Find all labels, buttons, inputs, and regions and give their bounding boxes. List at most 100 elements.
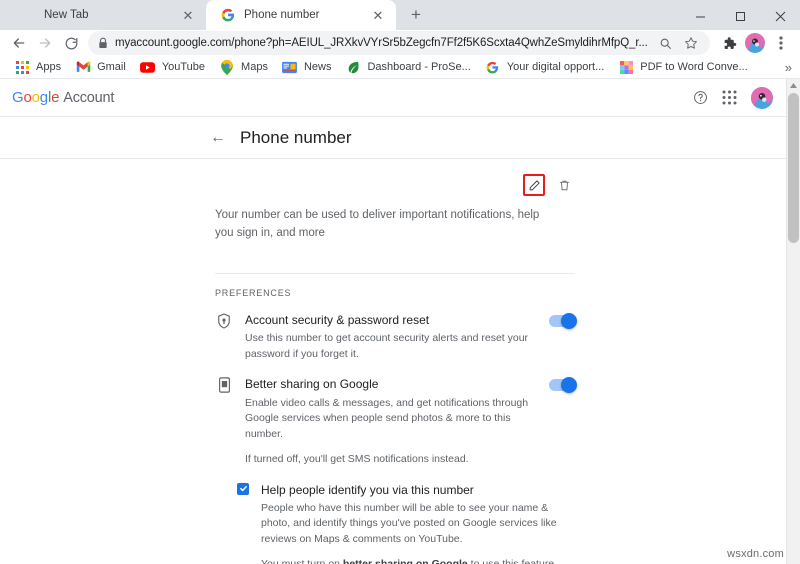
pref-note: If turned off, you'll get SMS notificati…	[245, 452, 469, 465]
tab-new-tab[interactable]: New Tab ✕	[6, 0, 206, 30]
maps-pin-icon	[219, 59, 235, 75]
pref-body: Account security & password reset Use th…	[233, 312, 549, 363]
google-wordmark: Google	[12, 89, 60, 106]
account-wordmark: Account	[63, 90, 115, 106]
url-text: myaccount.google.com/phone?ph=AEIUL_JRXk…	[115, 37, 648, 49]
pref-body: Better sharing on Google Enable video ca…	[233, 376, 549, 467]
pref-description: Use this number to get account security …	[245, 331, 529, 360]
bookmark-your-digital-opportunity[interactable]: Your digital opport...	[479, 56, 610, 78]
nested-title: Help people identify you via this number	[261, 482, 474, 497]
extensions-puzzle-icon[interactable]	[716, 30, 742, 56]
window-controls	[680, 0, 800, 32]
profile-avatar-icon[interactable]	[742, 30, 768, 56]
tab-title: Phone number	[244, 9, 320, 21]
bookmark-maps[interactable]: Maps	[213, 56, 274, 78]
toggle-account-security[interactable]	[549, 312, 577, 329]
page-title-row: ← Phone number	[0, 117, 787, 159]
nested-body: Help people identify you via this number…	[249, 482, 575, 564]
reload-icon[interactable]	[58, 30, 84, 56]
google-apps-grid-icon[interactable]	[722, 90, 737, 105]
new-tab-button[interactable]: +	[402, 0, 430, 28]
delete-trash-icon[interactable]	[553, 174, 575, 196]
bookmark-label: Apps	[36, 61, 62, 73]
google-g-icon	[220, 7, 236, 23]
watermark: wsxdn.com	[727, 548, 784, 560]
preferences-section-label: PREFERENCES	[215, 272, 575, 298]
maximize-button[interactable]	[720, 0, 760, 32]
page-title: Phone number	[240, 127, 352, 147]
bookmark-gmail[interactable]: Gmail	[69, 56, 132, 78]
nested-note-suffix: to use this feature.	[467, 557, 558, 564]
content-column: Your number can be used to deliver impor…	[215, 159, 577, 564]
bookmark-dashboard-prose[interactable]: Dashboard - ProSe...	[339, 56, 476, 78]
star-icon[interactable]	[678, 30, 704, 56]
phone-device-icon	[215, 377, 233, 394]
phone-lead-text: Your number can be used to deliver impor…	[215, 209, 540, 239]
bookmark-news[interactable]: News	[276, 56, 338, 78]
page-content: Google Account ← Phone number Your numbe…	[0, 79, 800, 564]
page-scrollbar[interactable]	[786, 79, 800, 564]
pref-better-sharing[interactable]: Better sharing on Google Enable video ca…	[215, 376, 577, 467]
checkbox-help-identify[interactable]	[237, 482, 249, 495]
help-question-icon[interactable]	[693, 90, 708, 105]
bookmarks-overflow-icon[interactable]: »	[785, 60, 792, 75]
shield-icon	[215, 313, 233, 329]
tab-favicon-blank	[20, 7, 36, 23]
apps-grid-icon	[14, 59, 30, 75]
page-body: Your number can be used to deliver impor…	[0, 159, 800, 564]
tab-phone-number[interactable]: Phone number ✕	[206, 0, 396, 30]
bookmark-label: Your digital opport...	[506, 61, 605, 73]
tab-close-icon[interactable]: ✕	[370, 7, 386, 23]
pref-title: Better sharing on Google	[245, 377, 379, 392]
tab-title: New Tab	[44, 9, 89, 21]
bookmark-label: YouTube	[161, 61, 206, 73]
bookmark-label: Dashboard - ProSe...	[367, 61, 471, 73]
nested-note-bold: better sharing on Google	[342, 557, 468, 564]
browser-window: New Tab ✕ Phone number ✕ + myaccount.goo…	[0, 0, 800, 564]
bookmark-apps[interactable]: Apps	[8, 56, 67, 78]
google-g-icon	[485, 59, 501, 75]
bookmark-pdf-to-word-converter[interactable]: PDF to Word Conve...	[612, 56, 753, 78]
bookmark-label: Maps	[241, 61, 268, 73]
search-zoom-icon[interactable]	[652, 30, 678, 56]
gmail-icon	[75, 59, 91, 75]
bookmarks-bar: Apps Gmail YouTube Maps News Dashboard -…	[0, 56, 800, 79]
pref-account-security[interactable]: Account security & password reset Use th…	[215, 312, 577, 363]
three-dot-menu-icon[interactable]	[768, 30, 794, 56]
address-bar[interactable]: myaccount.google.com/phone?ph=AEIUL_JRXk…	[88, 31, 710, 55]
pref-description: Enable video calls & messages, and get n…	[245, 396, 529, 441]
back-arrow-icon[interactable]	[6, 30, 32, 56]
forward-arrow-icon[interactable]	[32, 30, 58, 56]
bookmark-label: News	[303, 61, 332, 73]
bookmark-label: PDF to Word Conve...	[640, 61, 748, 73]
omnibox-actions	[652, 30, 704, 56]
nested-note: You must turn on better sharing on Googl…	[261, 557, 565, 564]
toggle-knob	[561, 377, 577, 394]
scrollbar-thumb[interactable]	[788, 93, 799, 243]
scroll-up-arrow-icon[interactable]	[787, 79, 800, 92]
leaf-icon	[345, 59, 361, 75]
bookmark-label: Gmail	[97, 61, 126, 73]
phone-actions	[215, 159, 575, 203]
back-navigation-icon[interactable]: ←	[210, 129, 226, 146]
bookmark-youtube[interactable]: YouTube	[134, 56, 211, 78]
toggle-knob	[561, 312, 577, 329]
toggle-better-sharing[interactable]	[549, 377, 577, 394]
google-account-header: Google Account	[0, 79, 787, 117]
colorful-square-icon	[618, 59, 634, 75]
tab-close-icon[interactable]: ✕	[180, 7, 196, 23]
lock-icon	[98, 37, 108, 49]
google-news-icon	[282, 59, 298, 75]
nested-help-people-identify[interactable]: Help people identify you via this number…	[237, 482, 575, 564]
minimize-button[interactable]	[680, 0, 720, 32]
nested-note-prefix: You must turn on	[261, 557, 343, 564]
google-account-header-actions	[693, 86, 773, 109]
pref-title: Account security & password reset	[245, 312, 430, 327]
browser-toolbar: myaccount.google.com/phone?ph=AEIUL_JRXk…	[0, 30, 800, 56]
close-window-button[interactable]	[760, 0, 800, 32]
youtube-icon	[140, 59, 156, 75]
edit-pencil-icon[interactable]	[523, 174, 545, 196]
google-account-logo[interactable]: Google Account	[12, 89, 114, 106]
nested-description: People who have this number will be able…	[261, 501, 557, 546]
account-avatar-icon[interactable]	[751, 86, 773, 109]
